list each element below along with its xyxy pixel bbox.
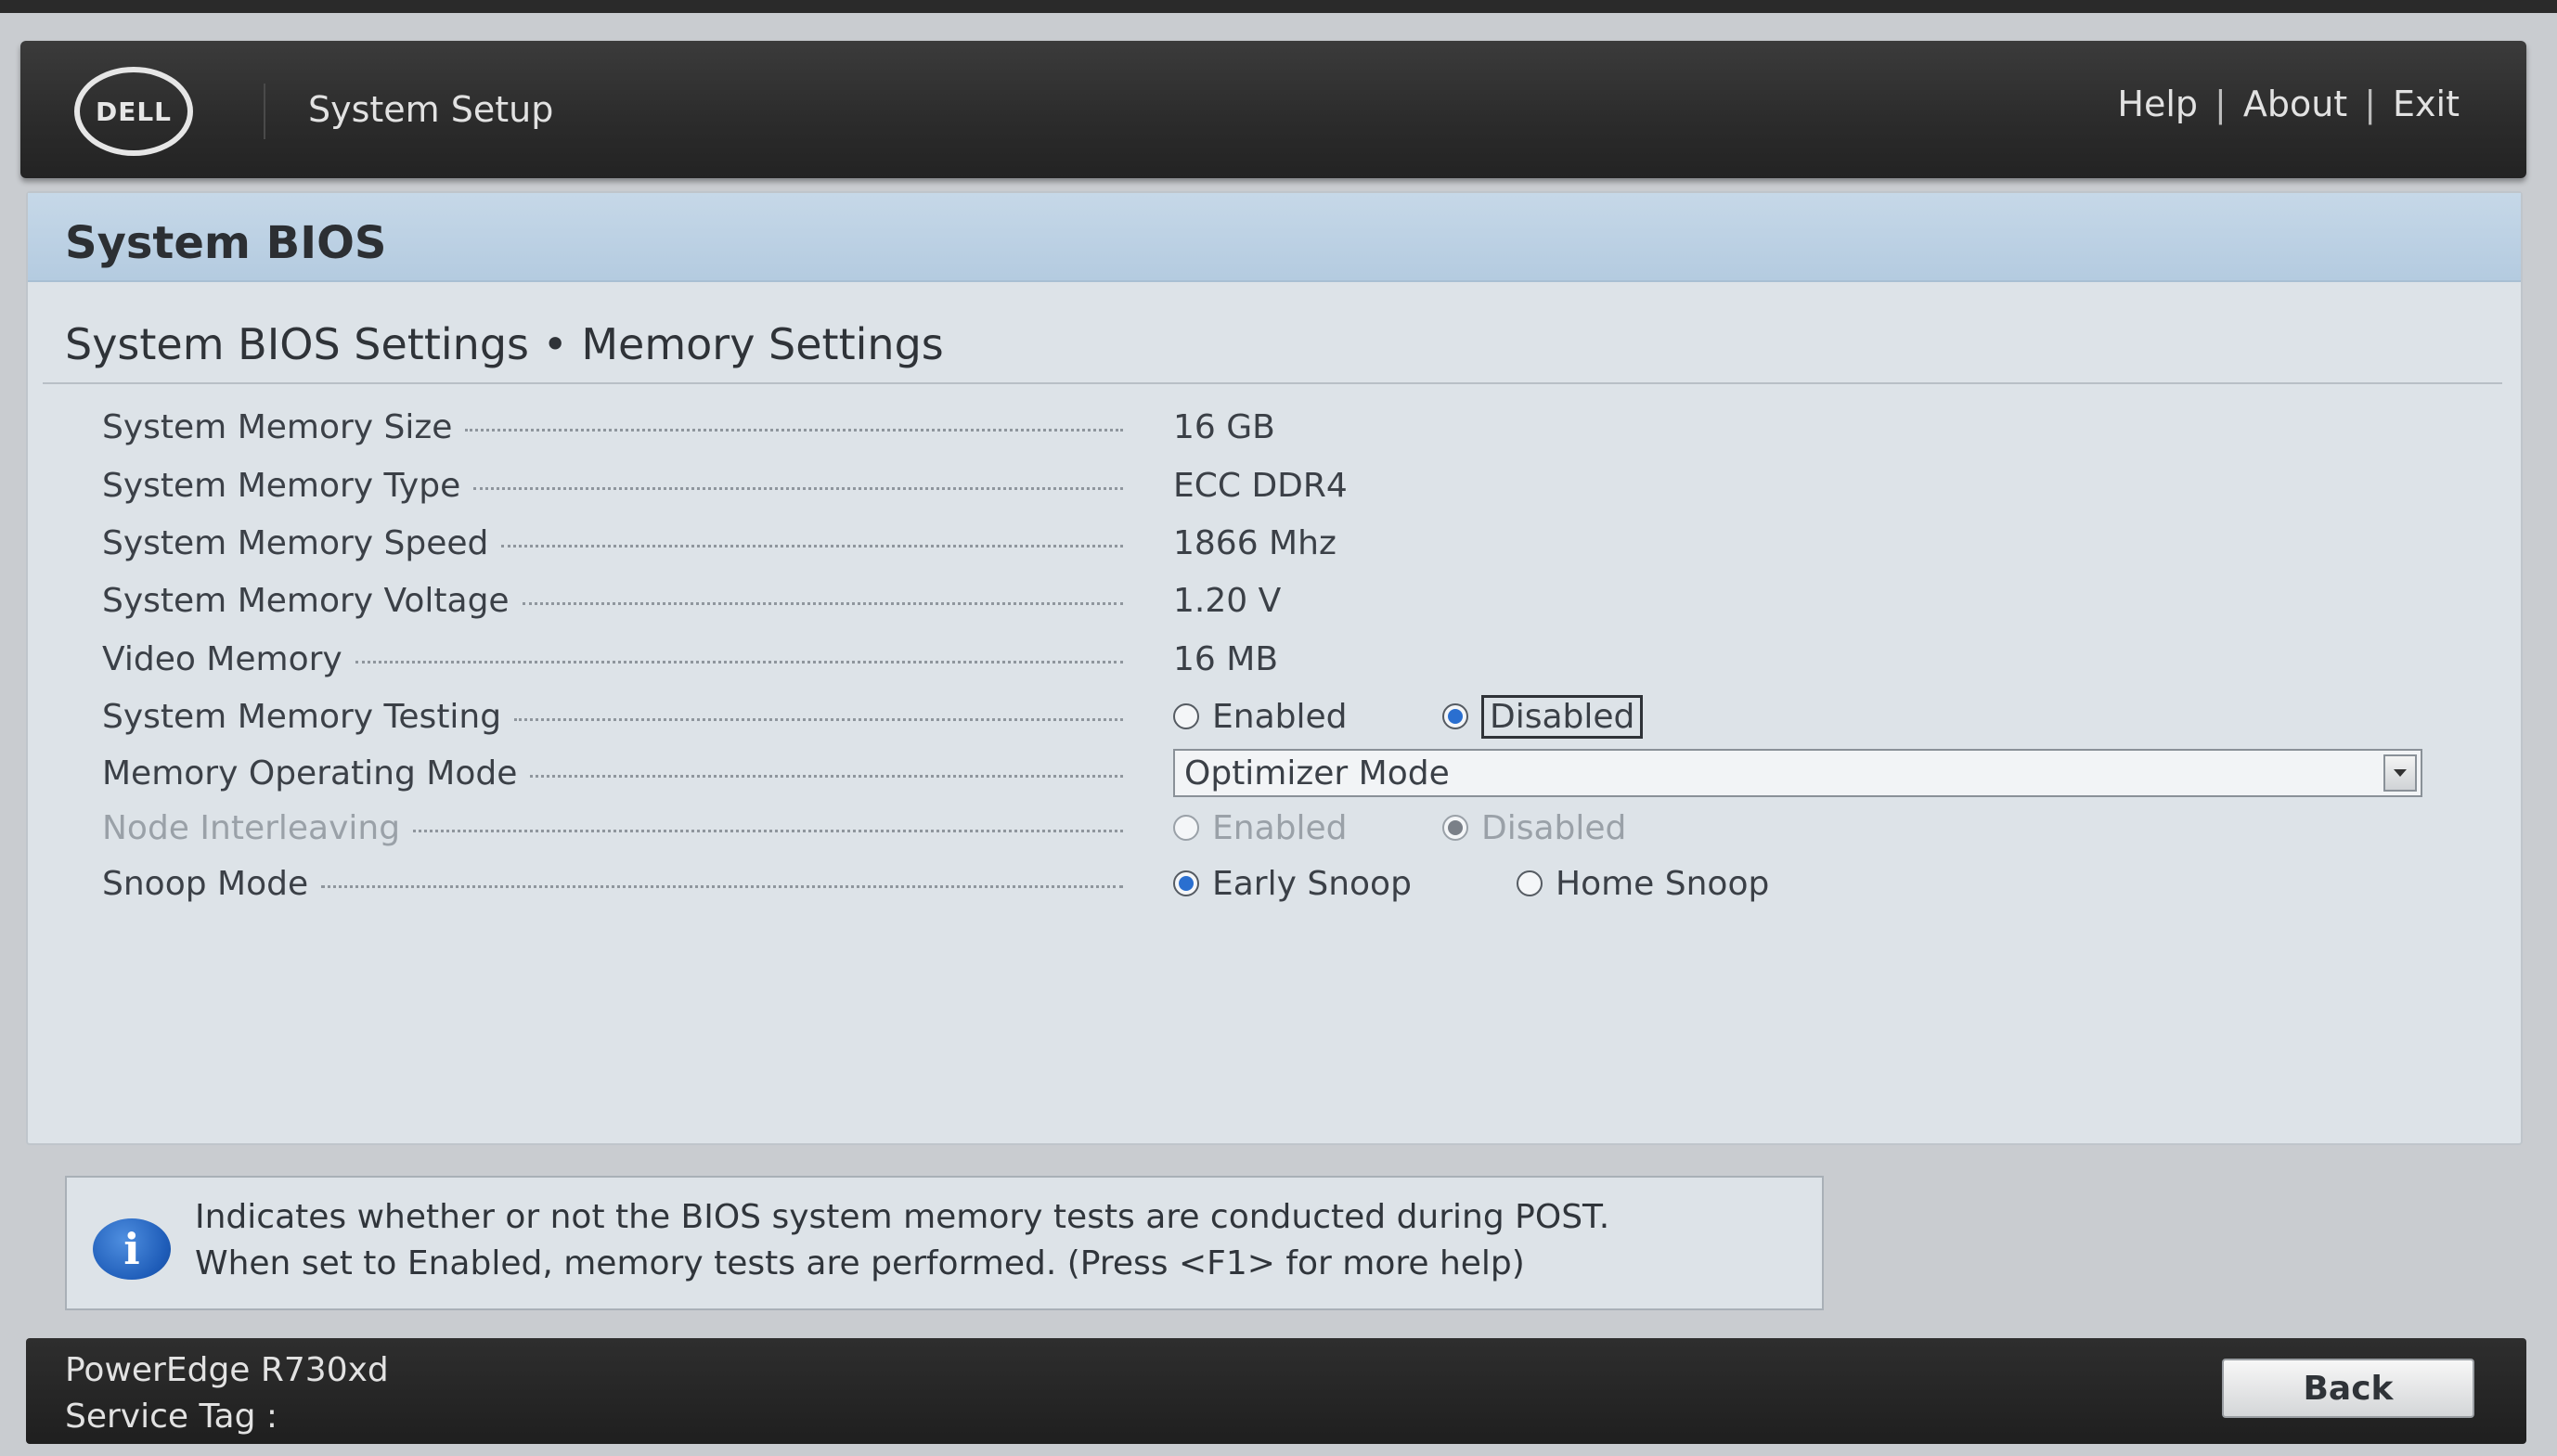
snoop-mode-home-option[interactable]: Home Snoop <box>1517 865 1769 903</box>
about-link[interactable]: About <box>2243 84 2347 124</box>
memory-testing-enabled-option[interactable]: Enabled <box>1173 698 1442 736</box>
link-separator: | <box>2215 84 2227 124</box>
setting-row-memory-type: System Memory Type ECC DDR4 <box>102 459 2478 511</box>
back-button[interactable]: Back <box>2222 1359 2474 1418</box>
snoop-mode-early-option[interactable]: Early Snoop <box>1173 865 1517 903</box>
dotted-leader <box>413 829 1123 832</box>
setting-label: System Memory Speed <box>102 523 489 562</box>
setting-label: System Memory Testing <box>102 697 502 736</box>
memory-testing-radio-group: Enabled Disabled <box>1173 694 1644 739</box>
setting-value: 16 GB <box>1173 407 1275 446</box>
settings-panel: System BIOS System BIOS Settings • Memor… <box>26 191 2523 1145</box>
setting-row-memory-size: System Memory Size 16 GB <box>102 401 2478 453</box>
help-text: Indicates whether or not the BIOS system… <box>195 1194 1810 1287</box>
page-title: System BIOS <box>65 217 387 269</box>
radio-label: Enabled <box>1212 808 1348 847</box>
dotted-leader <box>465 428 1123 432</box>
service-tag: Service Tag : <box>65 1398 278 1436</box>
help-text-line: Indicates whether or not the BIOS system… <box>195 1198 1610 1236</box>
setting-label: Video Memory <box>102 639 342 678</box>
help-text-line: When set to Enabled, memory tests are pe… <box>195 1244 1525 1282</box>
dotted-leader <box>355 660 1123 664</box>
link-separator: | <box>2364 84 2377 124</box>
setting-row-node-interleaving: Node Interleaving Enabled Disabled <box>102 802 2478 854</box>
setting-value: 1866 Mhz <box>1173 523 1337 562</box>
setting-row-memory-speed: System Memory Speed 1866 Mhz <box>102 517 2478 569</box>
setting-row-operating-mode: Memory Operating Mode Optimizer Mode <box>102 747 2478 799</box>
panel-header: System BIOS <box>28 193 2521 282</box>
radio-button <box>1173 815 1199 841</box>
dotted-leader <box>514 717 1123 721</box>
chevron-down-icon[interactable] <box>2383 754 2417 792</box>
dotted-leader <box>321 884 1123 888</box>
node-interleaving-radio-group: Enabled Disabled <box>1173 809 1626 847</box>
info-icon: i <box>93 1218 171 1280</box>
radio-label: Enabled <box>1212 697 1348 736</box>
system-model: PowerEdge R730xd <box>65 1351 389 1389</box>
screen: DELL System Setup Help | About | Exit Sy… <box>0 0 2557 1456</box>
app-title: System Setup <box>308 89 554 130</box>
help-link[interactable]: Help <box>2117 84 2198 124</box>
radio-button[interactable] <box>1173 703 1199 729</box>
operating-mode-dropdown[interactable]: Optimizer Mode <box>1173 749 2422 797</box>
radio-button-selected[interactable] <box>1442 703 1468 729</box>
section-divider <box>43 382 2502 384</box>
setting-value: 1.20 V <box>1173 581 1282 620</box>
dotted-leader <box>473 486 1123 490</box>
setting-row-memory-testing: System Memory Testing Enabled Disabled <box>102 690 2478 742</box>
setting-label: System Memory Type <box>102 466 461 505</box>
radio-label: Early Snoop <box>1212 864 1412 903</box>
exit-link[interactable]: Exit <box>2393 84 2460 124</box>
radio-label: Home Snoop <box>1556 864 1770 903</box>
setting-label: Node Interleaving <box>102 808 401 847</box>
dropdown-value: Optimizer Mode <box>1184 754 1450 792</box>
setting-row-video-memory: Video Memory 16 MB <box>102 633 2478 685</box>
setting-row-memory-voltage: System Memory Voltage 1.20 V <box>102 574 2478 626</box>
radio-button-selected[interactable] <box>1173 870 1199 896</box>
header-links: Help | About | Exit <box>2117 84 2460 124</box>
dotted-leader <box>530 774 1123 778</box>
logo-text: DELL <box>95 96 173 127</box>
setting-label: Memory Operating Mode <box>102 754 518 792</box>
snoop-mode-radio-group: Early Snoop Home Snoop <box>1173 865 1769 903</box>
radio-button[interactable] <box>1517 870 1543 896</box>
dotted-leader <box>501 544 1123 548</box>
setting-label: Snoop Mode <box>102 864 309 903</box>
setting-row-snoop-mode: Snoop Mode Early Snoop Home Snoop <box>102 857 2478 909</box>
dotted-leader <box>522 601 1123 605</box>
radio-label: Disabled <box>1481 694 1644 739</box>
help-info-box: i Indicates whether or not the BIOS syst… <box>65 1176 1824 1310</box>
header-divider <box>264 84 265 139</box>
footer-bar: PowerEdge R730xd Service Tag : Back <box>26 1338 2526 1444</box>
setting-value: 16 MB <box>1173 639 1279 678</box>
setting-value: ECC DDR4 <box>1173 466 1348 505</box>
radio-label: Disabled <box>1481 808 1627 847</box>
node-interleaving-enabled-option: Enabled <box>1173 809 1442 847</box>
setting-label: System Memory Size <box>102 407 453 446</box>
setting-label: System Memory Voltage <box>102 581 510 620</box>
node-interleaving-disabled-option: Disabled <box>1442 809 1626 847</box>
radio-button-selected <box>1442 815 1468 841</box>
breadcrumb: System BIOS Settings • Memory Settings <box>65 319 944 369</box>
top-header-bar: DELL System Setup Help | About | Exit <box>20 41 2526 178</box>
dell-logo: DELL <box>74 67 193 156</box>
memory-testing-disabled-option[interactable]: Disabled <box>1442 694 1644 739</box>
